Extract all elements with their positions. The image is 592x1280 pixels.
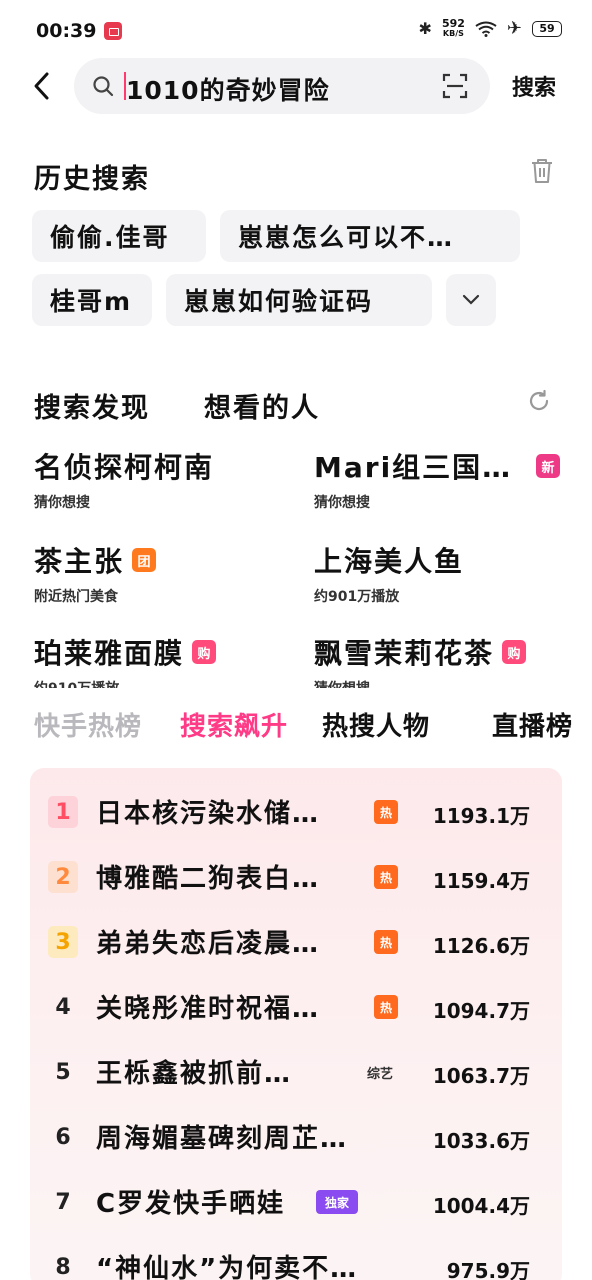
rank-title: 周海媚墓碑刻周芷… (96, 1124, 349, 1154)
history-chip[interactable]: 崽崽怎么可以不… (220, 210, 520, 262)
ranking-list: 1 日本核污染水储… 热 1193.1万 2 博雅酷二狗表白… 热 1159.4… (30, 768, 562, 1280)
discover-item-sub: 猜你想搜 (314, 495, 370, 511)
notification-app-icon (104, 22, 122, 40)
rank-title: 王栎鑫被抓前… (96, 1059, 293, 1089)
tab-live-rank[interactable]: 直播榜 (492, 706, 573, 743)
chevron-down-icon (462, 294, 480, 305)
airplane-mode-icon: ✈ (506, 18, 522, 39)
tab-search-rising[interactable]: 搜索飙升 (180, 706, 288, 743)
discover-item-name: Mari组三国… (314, 451, 513, 484)
rank-number: 4 (55, 994, 71, 1020)
history-chip[interactable]: 偷偷.佳哥 (32, 210, 206, 262)
rank-count: 1004.4万 (432, 1194, 530, 1218)
hot-tag-icon: 热 (374, 995, 398, 1019)
discover-item[interactable]: 名侦探柯柯南 猜你想搜 (34, 446, 214, 512)
group-buy-badge-icon: 团 (132, 548, 157, 572)
trash-icon[interactable] (530, 158, 554, 184)
ranking-row[interactable]: 1 日本核污染水储… 热 1193.1万 (30, 780, 562, 844)
rank-number: 5 (55, 1059, 71, 1085)
hot-tag-icon: 热 (374, 800, 398, 824)
status-time: 00:39 (36, 20, 97, 42)
discover-item[interactable]: 上海美人鱼 约901万播放 (314, 540, 464, 606)
status-bar: 00:39 ✱ 592 KB/S ✈ 59 (0, 0, 592, 60)
history-chip[interactable]: 桂哥m (32, 274, 152, 326)
variety-tag: 综艺 (366, 1066, 393, 1082)
rank-number: 3 (48, 926, 78, 958)
rank-number: 2 (48, 861, 78, 893)
rank-number: 7 (55, 1189, 71, 1215)
ranking-row[interactable]: 5 王栎鑫被抓前… 综艺 1063.7万 (30, 1040, 562, 1104)
rank-count: 1126.6万 (432, 934, 530, 958)
history-title: 历史搜索 (34, 164, 150, 195)
network-speed-value: 592 (441, 16, 465, 30)
rank-title: 弟弟失恋后凌晨… (96, 929, 321, 959)
rank-number: 1 (48, 796, 78, 828)
discover-item-name: 珀莱雅面膜 (34, 637, 185, 670)
discover-item-name: 上海美人鱼 (314, 545, 465, 578)
shop-badge-icon: 购 (502, 640, 527, 664)
rank-count: 1193.1万 (432, 804, 530, 828)
rank-count: 1094.7万 (432, 999, 530, 1023)
discover-item-sub: 约901万播放 (314, 589, 400, 605)
rank-title: 关晓彤准时祝福… (96, 994, 321, 1024)
status-icons: ✱ 592 KB/S ✈ 59 (419, 18, 562, 39)
rank-count: 1033.6万 (432, 1129, 530, 1153)
ranking-row[interactable]: 8 “神仙水”为何卖不… 975.9万 (30, 1235, 562, 1280)
rank-title: 博雅酷二狗表白… (96, 864, 321, 894)
ranking-row[interactable]: 6 周海媚墓碑刻周芷… 1033.6万 (30, 1105, 562, 1169)
refresh-icon[interactable] (527, 389, 551, 413)
hot-tag-icon: 热 (374, 865, 398, 889)
discover-item[interactable]: Mari组三国… 新 猜你想搜 (314, 446, 560, 512)
rank-number: 8 (55, 1254, 71, 1280)
discover-item-sub: 猜你想搜 (314, 678, 526, 688)
discover-subtitle[interactable]: 想看的人 (204, 386, 320, 425)
wifi-icon (475, 21, 497, 37)
scan-icon[interactable] (442, 73, 468, 99)
rank-count: 975.9万 (446, 1259, 530, 1280)
history-chip[interactable]: 崽崽如何验证码 (166, 274, 432, 326)
discover-title: 搜索发现 (34, 393, 150, 424)
new-badge-icon: 新 (536, 454, 560, 478)
search-button[interactable]: 搜索 (512, 70, 556, 102)
discover-item-sub: 附近热门美食 (34, 589, 118, 605)
ranking-row[interactable]: 2 博雅酷二狗表白… 热 1159.4万 (30, 845, 562, 909)
rank-tabs: 快手热榜 搜索飙升 热搜人物 直播榜 (0, 700, 592, 750)
search-icon (93, 76, 114, 97)
discover-item[interactable]: 飘雪茉莉花茶 购 猜你想搜 (314, 632, 527, 688)
discover-item[interactable]: 茶主张 团 附近热门美食 (34, 540, 157, 606)
hot-tag-icon: 热 (374, 930, 398, 954)
rank-title: “神仙水”为何卖不… (96, 1254, 359, 1280)
expand-history-button[interactable] (446, 274, 496, 326)
rank-count: 1063.7万 (432, 1064, 530, 1088)
battery-icon: 59 (532, 20, 562, 37)
ranking-row[interactable]: 4 关晓彤准时祝福… 热 1094.7万 (30, 975, 562, 1039)
rank-count: 1159.4万 (432, 869, 530, 893)
shop-badge-icon: 购 (192, 640, 217, 664)
search-query[interactable]: 1010的奇妙冒险 (126, 71, 330, 107)
exclusive-tag: 独家 (316, 1190, 358, 1214)
ranking-row[interactable]: 7 C罗发快手晒娃 独家 1004.4万 (30, 1170, 562, 1234)
ranking-row[interactable]: 3 弟弟失恋后凌晨… 热 1126.6万 (30, 910, 562, 974)
rank-title: C罗发快手晒娃 (96, 1189, 286, 1219)
discover-item[interactable]: 珀莱雅面膜 购 约910万播放 (34, 632, 217, 688)
rank-number: 6 (55, 1124, 71, 1150)
network-speed: 592 KB/S (441, 16, 465, 39)
chevron-left-icon (34, 72, 49, 100)
tab-hot-people[interactable]: 热搜人物 (322, 706, 430, 743)
discover-item-sub: 猜你想搜 (34, 495, 90, 511)
discover-item-name: 飘雪茉莉花茶 (314, 637, 495, 670)
discover-item-name: 名侦探柯柯南 (34, 451, 215, 484)
rank-title: 日本核污染水储… (96, 799, 321, 829)
bluetooth-icon: ✱ (418, 19, 432, 38)
tab-kuaishou-hot[interactable]: 快手热榜 (34, 706, 142, 743)
back-button[interactable] (26, 68, 56, 104)
network-speed-unit: KB/S (442, 28, 464, 38)
discover-item-name: 茶主张 (34, 545, 125, 578)
discover-item-sub: 约910万播放 (34, 678, 216, 688)
search-input[interactable]: 1010的奇妙冒险 (74, 58, 490, 114)
